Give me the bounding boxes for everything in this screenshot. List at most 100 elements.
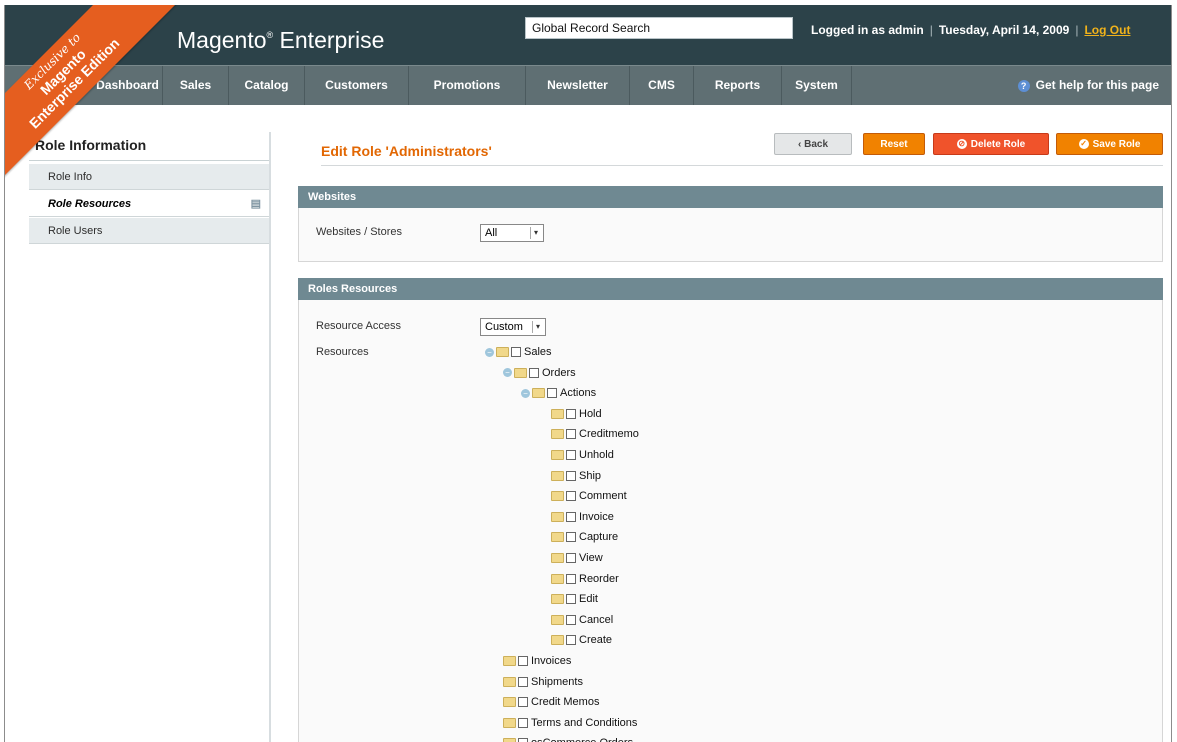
resource-checkbox[interactable]: [566, 470, 576, 481]
tree-node[interactable]: Cancel: [551, 610, 613, 630]
tree-node-label: Create: [579, 634, 613, 647]
tree-node[interactable]: Terms and Conditions: [503, 713, 637, 733]
sidebar-item-role-users[interactable]: Role Users: [29, 218, 269, 244]
resource-checkbox[interactable]: [566, 408, 576, 419]
tree-node[interactable]: Ship: [551, 466, 601, 486]
resources-label: Resources: [316, 346, 369, 358]
folder-icon: [551, 470, 564, 481]
nav-system[interactable]: System: [782, 66, 852, 105]
websites-select[interactable]: All ▾: [480, 224, 544, 242]
save-role-button[interactable]: ✓ Save Role: [1056, 133, 1163, 155]
tree-node[interactable]: − Sales: [485, 342, 552, 362]
roles-resources-header: Roles Resources: [298, 278, 1163, 300]
title-divider: [321, 165, 1163, 166]
tree-node[interactable]: Invoice: [551, 507, 614, 527]
collapse-toggle-icon[interactable]: −: [521, 388, 530, 398]
tree-node[interactable]: Reorder: [551, 569, 619, 589]
resource-checkbox[interactable]: [566, 429, 576, 440]
tree-node[interactable]: − Orders: [503, 363, 576, 383]
nav-catalog[interactable]: Catalog: [229, 66, 305, 105]
resource-checkbox[interactable]: [566, 491, 576, 502]
folder-icon: [551, 635, 564, 646]
tree-node-label: Invoices: [531, 655, 572, 667]
tree-node[interactable]: Capture: [551, 527, 618, 547]
reset-button[interactable]: Reset: [863, 133, 925, 155]
tree-node-label: Terms and Conditions: [531, 716, 638, 729]
tree-node[interactable]: Edit: [551, 589, 598, 609]
tree-node[interactable]: Comment: [551, 486, 627, 506]
folder-icon: [514, 367, 527, 378]
header-bar: Magento® Enterprise Global Record Search…: [5, 5, 1171, 65]
folder-icon: [551, 511, 564, 522]
nav-reports[interactable]: Reports: [694, 66, 782, 105]
folder-icon: [551, 408, 564, 419]
collapse-toggle-icon[interactable]: −: [503, 368, 512, 378]
tree-node-label: Unhold: [579, 449, 614, 461]
logout-link[interactable]: Log Out: [1084, 23, 1130, 37]
folder-icon: [551, 573, 564, 584]
tree-node-label: Reorder: [579, 572, 619, 585]
nav-customers[interactable]: Customers: [305, 66, 409, 105]
resource-checkbox[interactable]: [566, 511, 576, 522]
nav-cms[interactable]: CMS: [630, 66, 694, 105]
select-arrow-icon: ▾: [532, 321, 543, 333]
global-search-input[interactable]: Global Record Search: [525, 17, 793, 39]
resource-checkbox[interactable]: [529, 367, 539, 378]
delete-role-button[interactable]: ⊘ Delete Role: [933, 133, 1049, 155]
main-nav: Dashboard Sales Catalog Customers Promot…: [5, 65, 1171, 105]
resource-checkbox[interactable]: [566, 594, 576, 605]
folder-icon: [551, 429, 564, 440]
resource-checkbox[interactable]: [518, 656, 528, 667]
resource-checkbox[interactable]: [566, 573, 576, 584]
resource-checkbox[interactable]: [566, 532, 576, 543]
page-title: Edit Role 'Administrators': [321, 143, 492, 159]
select-arrow-icon: ▾: [530, 227, 541, 239]
back-button[interactable]: ‹ Back: [774, 133, 852, 155]
delete-icon: ⊘: [956, 139, 967, 150]
resource-checkbox[interactable]: [566, 450, 576, 461]
tree-node[interactable]: osCommerce Orders: [503, 733, 633, 742]
folder-icon: [496, 347, 509, 358]
folder-icon: [551, 450, 564, 461]
tree-node[interactable]: Shipments: [503, 672, 583, 692]
tree-node[interactable]: − Actions: [521, 383, 596, 403]
logged-in-text: Logged in as admin: [811, 23, 924, 37]
sidebar-item-role-resources[interactable]: Role Resources ▤: [29, 191, 269, 217]
date-text: Tuesday, April 14, 2009: [938, 23, 1070, 37]
sidebar-item-role-info[interactable]: Role Info: [29, 164, 269, 190]
tree-node[interactable]: Hold: [551, 404, 602, 424]
resource-checkbox[interactable]: [518, 717, 528, 728]
resource-access-select[interactable]: Custom ▾: [480, 318, 546, 336]
folder-icon: [551, 614, 564, 625]
sidebar-divider: [29, 160, 269, 161]
folder-icon: [503, 697, 516, 708]
help-link[interactable]: ? Get help for this page: [1017, 66, 1159, 105]
tree-node[interactable]: Create: [551, 630, 612, 650]
resource-checkbox[interactable]: [566, 553, 576, 564]
resource-checkbox[interactable]: [518, 738, 528, 742]
nav-sales[interactable]: Sales: [163, 66, 229, 105]
tree-node[interactable]: Creditmemo: [551, 424, 639, 444]
edit-icon: ▤: [250, 198, 261, 210]
tree-node-label: Creditmemo: [579, 428, 639, 441]
resource-checkbox[interactable]: [518, 697, 528, 708]
resource-checkbox[interactable]: [518, 676, 528, 687]
tree-node-label: Actions: [560, 387, 597, 400]
resource-checkbox[interactable]: [511, 347, 521, 358]
tree-node[interactable]: View: [551, 548, 603, 568]
resource-checkbox[interactable]: [547, 388, 557, 399]
tree-node-label: osCommerce Orders: [531, 737, 633, 742]
nav-promotions[interactable]: Promotions: [409, 66, 526, 105]
collapse-toggle-icon[interactable]: −: [485, 347, 494, 357]
websites-label: Websites / Stores: [316, 226, 402, 238]
tree-node-label: Comment: [579, 490, 627, 503]
tree-node[interactable]: Credit Memos: [503, 692, 599, 712]
tree-node-label: View: [579, 552, 603, 564]
tree-node-label: Ship: [579, 469, 602, 482]
resource-checkbox[interactable]: [566, 614, 576, 625]
resource-checkbox[interactable]: [566, 635, 576, 646]
tree-node[interactable]: Unhold: [551, 445, 614, 465]
folder-icon: [503, 656, 516, 667]
tree-node[interactable]: Invoices: [503, 651, 571, 671]
nav-newsletter[interactable]: Newsletter: [526, 66, 630, 105]
